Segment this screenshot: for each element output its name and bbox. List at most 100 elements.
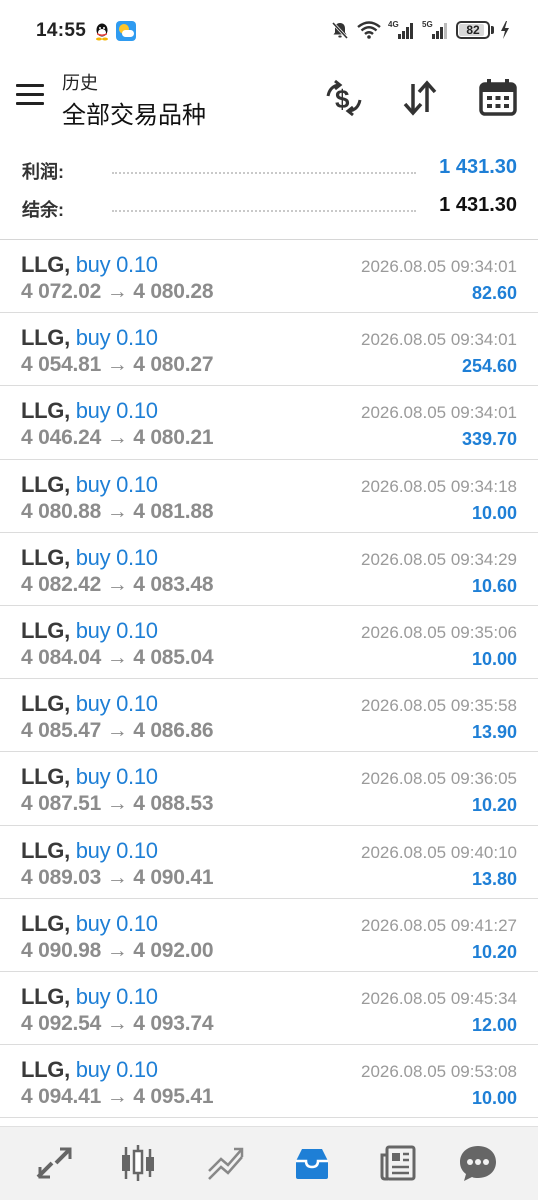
battery-level: 82: [466, 23, 480, 37]
trade-row[interactable]: LLG, buy 0.10 4 085.47 → 4 086.86 2026.08.…: [0, 679, 538, 753]
trade-symbol-line: LLG, buy 0.10: [21, 911, 158, 937]
trade-symbol: LLG,: [21, 764, 70, 790]
trade-symbol: LLG,: [21, 544, 70, 570]
trade-profit: 82.60: [471, 283, 517, 303]
trade-time: 2026.08.05 09:35:58: [361, 696, 517, 716]
trade-row[interactable]: LLG, buy 0.10 4 092.54 → 4 093.74 2026.08.…: [0, 972, 538, 1046]
wifi-icon: [357, 21, 381, 39]
menu-icon-line: [16, 93, 44, 96]
trade-row[interactable]: LLG, buy 0.10 4 090.98 → 4 092.00 2026.08.…: [0, 899, 538, 972]
trade-row[interactable]: LLG, buy 0.10 4 082.42 → 4 083.48 2026.08.…: [0, 533, 538, 606]
trade-prices: 4 080.88 → 4 081.88: [21, 499, 214, 523]
trade-prices: 4 092.54 → 4 093.74: [21, 1011, 214, 1035]
balance-row: 结余: 1 431.30: [0, 188, 538, 226]
trade-profit: 12.00: [471, 1014, 517, 1035]
mute-bell-icon: [331, 21, 349, 40]
trade-time: 2026.08.05 09:40:10: [361, 842, 517, 862]
status-right-icons: 4G 5G 82: [330, 19, 510, 41]
trade-prices: 4 090.98 → 4 092.00: [21, 938, 214, 962]
trade-profit: 10.00: [471, 1088, 517, 1109]
trade-list[interactable]: LLG, buy 0.10 4 072.02 → 4 080.28 2026.08.…: [0, 240, 538, 1122]
trade-side: buy 0.10: [75, 1057, 158, 1083]
trade-symbol-line: LLG, buy 0.10: [21, 325, 158, 351]
trade-profit: 254.60: [461, 356, 517, 377]
trade-row[interactable]: LLG, buy 0.10 4 080.88 → 4 081.88 2026.08.…: [0, 460, 538, 533]
trade-time: 2026.08.05 09:45:34: [361, 988, 517, 1008]
chat-icon[interactable]: [458, 1143, 498, 1183]
trade-time: 2026.08.05 09:35:06: [361, 622, 517, 642]
balance-label: 结余:: [22, 200, 64, 220]
trade-profit: 10.00: [471, 502, 517, 523]
trade-symbol: LLG,: [21, 252, 70, 277]
trade-prices: 4 082.42 → 4 083.48: [21, 572, 214, 596]
trade-time: 2026.08.05 09:34:01: [361, 403, 517, 423]
trade-side: buy 0.10: [75, 471, 158, 497]
trade-time: 2026.08.05 09:53:08: [361, 1062, 517, 1082]
network-5g-label: 5G: [422, 20, 433, 29]
trade-time: 2026.08.05 09:34:29: [361, 549, 517, 569]
profit-label: 利润:: [22, 162, 64, 182]
status-bar: 14:55 4G 5G 82: [0, 0, 538, 62]
trade-symbol: LLG,: [21, 1057, 70, 1083]
trade-time: 2026.08.05 09:34:01: [361, 330, 517, 350]
trade-prices: 4 085.47 → 4 086.86: [21, 719, 214, 743]
dotted-leader: [112, 172, 416, 174]
trade-profit: 10.00: [471, 648, 517, 669]
trade-time: 2026.08.05 09:41:27: [361, 915, 517, 935]
trade-profit: 339.70: [461, 429, 517, 450]
trade-row[interactable]: LLG, buy 0.10 4 054.81 → 4 080.27 2026.08.…: [0, 313, 538, 387]
trade-side: buy 0.10: [75, 617, 158, 643]
trade-symbol-line: LLG, buy 0.10: [21, 472, 158, 498]
calendar-icon[interactable]: [476, 76, 520, 120]
trade-prices: 4 087.51 → 4 088.53: [21, 792, 214, 816]
trade-prices: 4 084.04 → 4 085.04: [21, 645, 214, 669]
quotes-icon[interactable]: [34, 1143, 74, 1183]
trade-profit: 10.20: [471, 941, 517, 962]
sort-icon[interactable]: [398, 76, 442, 120]
trade-symbol-line: LLG, buy 0.10: [21, 764, 158, 790]
page-subtitle: 历史: [62, 73, 98, 93]
menu-icon-line: [16, 102, 44, 105]
trade-profit: 10.20: [471, 795, 517, 816]
currency-exchange-icon[interactable]: $: [322, 76, 366, 120]
trade-symbol-line: LLG, buy 0.10: [21, 1057, 158, 1083]
signal-4g-icon: 4G: [388, 20, 413, 39]
trade-row[interactable]: LLG, buy 0.10 4 094.41 → 4 095.41 2026.08.…: [0, 1045, 538, 1119]
trade-symbol: LLG,: [21, 691, 70, 717]
trade-profit: 10.60: [471, 575, 517, 596]
trade-prices: 4 046.24 → 4 080.21: [21, 426, 214, 450]
trade-side: buy 0.10: [75, 910, 158, 936]
trade-prices: 4 089.03 → 4 090.41: [21, 865, 214, 889]
trade-row[interactable]: LLG, buy 0.10 4 072.02 → 4 080.28 2026.08.…: [0, 240, 538, 314]
trade-side: buy 0.10: [75, 691, 158, 717]
qq-icon: [96, 23, 108, 40]
history-icon[interactable]: [292, 1143, 332, 1183]
trade-symbol: LLG,: [21, 910, 70, 936]
trade-symbol-line: LLG, buy 0.10: [21, 984, 158, 1010]
trade-profit: 13.90: [471, 722, 517, 743]
network-4g-label: 4G: [388, 20, 399, 29]
news-icon[interactable]: [378, 1143, 418, 1183]
trade-time: 2026.08.05 09:34:01: [361, 257, 517, 276]
trade-row[interactable]: LLG, buy 0.10 4 084.04 → 4 085.04 2026.08.…: [0, 606, 538, 680]
trade-row[interactable]: LLG, buy 0.10 4 046.24 → 4 080.21 2026.08.…: [0, 386, 538, 460]
trade-symbol-line: LLG, buy 0.10: [21, 618, 158, 644]
profit-value: 1 431.30: [439, 156, 517, 178]
trade-icon[interactable]: [206, 1143, 246, 1183]
trade-row[interactable]: LLG, buy 0.10 4 089.03 → 4 090.41 2026.08.…: [0, 826, 538, 899]
menu-button[interactable]: [16, 84, 44, 108]
trade-symbol: LLG,: [21, 983, 70, 1009]
trade-side: buy 0.10: [75, 764, 158, 790]
trade-symbol: LLG,: [21, 617, 70, 643]
trade-time: 2026.08.05 09:36:05: [361, 769, 517, 789]
trade-row[interactable]: LLG, buy 0.10 4 087.51 → 4 088.53 2026.08.…: [0, 752, 538, 826]
battery-cap: [491, 26, 494, 34]
trade-symbol: LLG,: [21, 398, 70, 424]
page-title[interactable]: 全部交易品种: [62, 95, 206, 130]
toolbar: 历史 全部交易品种 $: [0, 62, 538, 132]
trade-symbol-line: LLG, buy 0.10: [21, 398, 158, 424]
trade-prices: 4 094.41 → 4 095.41: [21, 1085, 214, 1109]
trade-symbol-line: LLG, buy 0.10: [21, 545, 158, 571]
trade-prices: 4 054.81 → 4 080.27: [21, 353, 214, 377]
chart-icon[interactable]: [118, 1143, 158, 1183]
